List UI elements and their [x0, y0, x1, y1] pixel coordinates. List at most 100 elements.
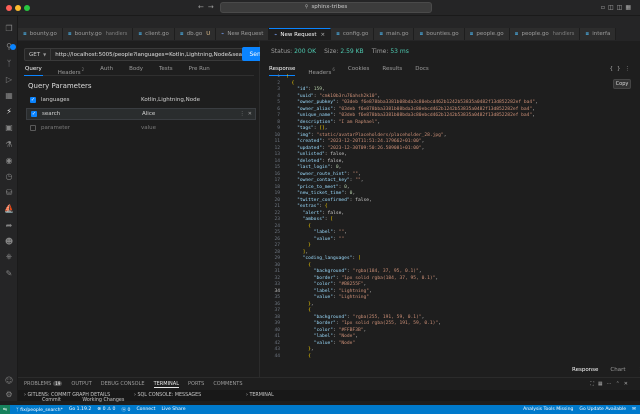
request-tab[interactable]: Auth: [99, 65, 114, 76]
response-tab-label: Cookies: [347, 66, 370, 72]
gitlens-icon[interactable]: ◉: [3, 154, 15, 166]
go-update-status[interactable]: Go Update Available: [579, 407, 626, 412]
branch-status[interactable]: ᛉ fix/people_search*: [16, 407, 63, 413]
size-label: Size:: [324, 48, 339, 55]
request-tab[interactable]: Query: [24, 65, 43, 76]
run-debug-icon[interactable]: ▷: [3, 73, 15, 85]
editor-tab[interactable]: ⌁ New Request ×: [269, 28, 332, 40]
response-tab-label: Docs: [415, 66, 429, 72]
editor-tab[interactable]: ≡ bounty.go handlers: [62, 28, 134, 40]
editor-tab[interactable]: ≡ bounties.go: [414, 28, 465, 40]
notes-icon[interactable]: ✎: [3, 267, 15, 279]
zoom-window-button[interactable]: [24, 5, 30, 11]
connect-status[interactable]: Connect: [136, 407, 155, 412]
code-text: "unique_name": "03deb f6e878bba3381b08bd…: [297, 113, 535, 118]
param-value-placeholder[interactable]: value: [141, 125, 256, 131]
request-tab[interactable]: Headers2: [57, 65, 85, 76]
param-value[interactable]: Kotlin,Lightning,Node: [141, 97, 256, 103]
go-file-icon: ≡: [336, 31, 340, 37]
code-text: "uuid": "cmk10b3ru76ahsh2k10",: [297, 93, 381, 99]
docker-icon[interactable]: ⛵: [3, 202, 15, 214]
url-input[interactable]: http://localhost:5005/people?languages=K…: [51, 52, 253, 58]
database-icon[interactable]: ⛁: [3, 186, 15, 198]
drag-handle-icon[interactable]: ⋮: [240, 111, 245, 117]
panel-tab[interactable]: PORTS: [188, 381, 204, 387]
param-row[interactable]: ✓ languages Kotlin,Lightning,Node: [26, 94, 256, 106]
checkbox[interactable]: ✓: [31, 111, 37, 117]
panel-tab[interactable]: TERMINAL: [153, 381, 180, 388]
minimize-window-button[interactable]: [15, 5, 21, 11]
code-text: }: [308, 243, 311, 248]
problem-counts[interactable]: ⊗ 0 ⚠ 0: [97, 407, 115, 412]
editor-tab[interactable]: ≡ db.go U: [174, 28, 217, 40]
panel-tab[interactable]: OUTPUT: [71, 381, 91, 387]
request-tab[interactable]: Tests: [158, 65, 174, 76]
editor-tab[interactable]: ≡ config.go: [331, 28, 375, 40]
line-number: 44: [274, 353, 280, 359]
view-tab-response[interactable]: Response: [572, 367, 598, 373]
panel-tab-bar: PROBLEMS 19 OUTPUT DEBUG CONSOLE TERMINAL POR…: [18, 377, 640, 390]
timeline-icon[interactable]: ◷: [3, 170, 15, 182]
testing-icon[interactable]: ⚗: [3, 138, 15, 150]
live-share-status[interactable]: Live Share: [161, 407, 185, 412]
copilot-icon[interactable]: ☻: [3, 235, 15, 247]
thunder-client-icon[interactable]: ⚡: [3, 105, 15, 117]
editor-tab[interactable]: ≡ main.go: [374, 28, 415, 40]
live-share-icon[interactable]: ➦: [3, 219, 15, 231]
panel-actions-icons[interactable]: ⛶▦⋯⌃✕: [590, 381, 632, 387]
param-value[interactable]: Alice: [142, 111, 240, 117]
go-version[interactable]: Go 1.19.2: [69, 407, 91, 412]
request-tab[interactable]: Pre Run: [188, 65, 211, 76]
panel-tab[interactable]: COMMENTS: [213, 381, 242, 387]
editor-tab[interactable]: ≡ interfa: [580, 28, 617, 40]
param-key-placeholder[interactable]: parameter: [41, 125, 141, 131]
settings-gear-icon[interactable]: ⚙: [3, 388, 15, 400]
checkbox[interactable]: [30, 125, 36, 131]
editor-tab[interactable]: ≡ bounty.go: [18, 28, 63, 40]
close-window-button[interactable]: [6, 5, 12, 11]
param-row-new[interactable]: parameter value: [26, 122, 256, 134]
nav-arrows[interactable]: ←→: [198, 3, 218, 11]
remote-explorer-icon[interactable]: ▣: [3, 121, 15, 133]
extensions-icon[interactable]: ▦: [3, 89, 15, 101]
panel-tab[interactable]: PROBLEMS 19: [24, 381, 63, 387]
editor-tab-bar: ≡ bounty.go ≡ bounty.go handlers ≡ client.go ≡ d…: [18, 28, 640, 41]
response-body[interactable]: 1[2 {3 "id": 159, 4 "uuid": "cmk10b3ru76a…: [260, 74, 630, 368]
editor-tab[interactable]: ≡ client.go: [133, 28, 175, 40]
close-icon[interactable]: ×: [321, 32, 326, 38]
response-toolbar-icons[interactable]: {}⋮: [610, 66, 635, 72]
notifications-bell-icon[interactable]: ✉: [632, 407, 636, 412]
layout-toggle-icons[interactable]: ▫◫◫▦: [601, 4, 634, 11]
explorer-icon[interactable]: ❐: [3, 22, 15, 34]
editor-tab-label: bounties.go: [426, 31, 459, 37]
code-text: },: [308, 301, 314, 307]
editor-tab[interactable]: ≡ people.go handlers: [509, 28, 581, 40]
editor-tab-label: bounty.go: [74, 31, 102, 37]
account-icon[interactable]: ☺: [3, 374, 15, 386]
editor-tab[interactable]: ≡ people.go: [464, 28, 510, 40]
param-key[interactable]: languages: [41, 97, 141, 103]
copy-button[interactable]: Copy: [613, 79, 631, 89]
param-key[interactable]: search: [42, 111, 142, 117]
kubernetes-icon[interactable]: ⎈: [3, 251, 15, 263]
request-tab[interactable]: Body: [128, 65, 144, 76]
working-changes-label[interactable]: Working Changes: [82, 398, 124, 403]
remote-icon[interactable]: ⇋: [0, 405, 10, 414]
delete-param-icon[interactable]: ✕: [248, 111, 252, 117]
checkbox[interactable]: ✓: [30, 97, 36, 103]
view-tab-chart[interactable]: Chart: [610, 367, 625, 373]
editor-tab-sublabel: handlers: [552, 31, 575, 37]
commit-label[interactable]: Commit: [42, 398, 61, 403]
editor-tab[interactable]: ⌁ New Request: [216, 28, 270, 40]
method-select[interactable]: GET ▼: [25, 49, 52, 60]
param-row[interactable]: ✓ search Alice ⋮ ✕: [26, 108, 256, 120]
ports-count[interactable]: ⓦ 0: [121, 407, 130, 413]
code-line[interactable]: 44 {: [260, 354, 630, 361]
status-value: 200 OK: [294, 48, 317, 55]
panel-tab[interactable]: DEBUG CONSOLE: [101, 381, 145, 387]
section-terminal-label: TERMINAL: [249, 393, 274, 398]
analysis-tools-status[interactable]: Analysis Tools Missing: [523, 407, 573, 412]
code-text: "unlisted": false,: [297, 152, 347, 157]
source-control-icon[interactable]: ᛉ: [3, 57, 15, 69]
command-center[interactable]: ⚲ sphinx-tribes: [220, 2, 432, 13]
